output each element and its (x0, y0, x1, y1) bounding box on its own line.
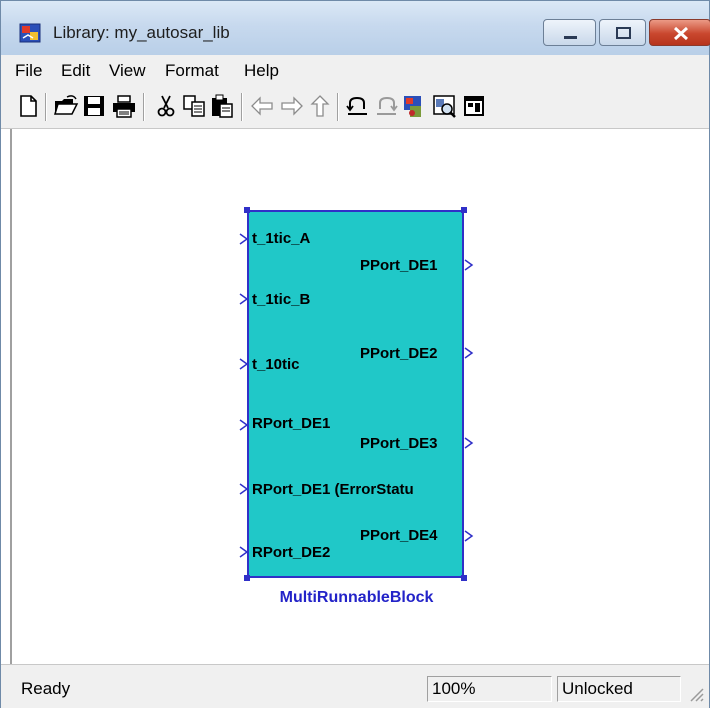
input-port-arrow[interactable] (239, 293, 249, 305)
menu-format[interactable]: Format (165, 61, 219, 81)
output-port-label: PPort_DE1 (360, 257, 438, 274)
input-port-arrow[interactable] (239, 233, 249, 245)
output-port-label: PPort_DE4 (360, 527, 438, 544)
input-port-label: t_10tic (252, 356, 300, 373)
redo-icon[interactable] (373, 93, 399, 119)
minimize-button[interactable] (543, 19, 596, 46)
input-port-label: t_1tic_B (252, 291, 311, 308)
output-port-label: PPort_DE2 (360, 345, 438, 362)
toolbar-separator (143, 93, 145, 121)
copy-icon[interactable] (181, 93, 207, 119)
library-window: Library: my_autosar_lib File Edit View F… (0, 0, 710, 708)
menu-file[interactable]: File (15, 61, 42, 81)
toolbar-separator (241, 93, 243, 121)
toolbar-separator (45, 93, 47, 121)
cut-icon[interactable] (153, 93, 179, 119)
minimize-icon (564, 36, 577, 39)
debugger-icon[interactable] (461, 93, 487, 119)
maximize-button[interactable] (599, 19, 646, 46)
open-folder-icon[interactable] (53, 93, 79, 119)
save-icon[interactable] (81, 93, 107, 119)
status-text: Ready (21, 679, 71, 698)
close-button[interactable] (649, 19, 710, 46)
input-port-label: RPort_DE1 (252, 415, 331, 432)
paste-icon[interactable] (209, 93, 235, 119)
zoom-level: 100% (427, 676, 552, 702)
selection-handle[interactable] (461, 575, 467, 581)
selection-handle[interactable] (244, 575, 250, 581)
output-port-arrow[interactable] (464, 437, 474, 449)
input-port-label: t_1tic_A (252, 230, 311, 247)
block-name[interactable]: MultiRunnableBlock (254, 589, 459, 607)
selection-handle[interactable] (244, 207, 250, 213)
maximize-icon (616, 27, 631, 39)
window-title: Library: my_autosar_lib (53, 23, 230, 42)
lock-status: Unlocked (557, 676, 681, 702)
resize-grip-icon[interactable] (683, 681, 705, 703)
output-port-arrow[interactable] (464, 347, 474, 359)
input-port-label: RPort_DE2 (252, 544, 331, 561)
input-port-arrow[interactable] (239, 546, 249, 558)
title-bar[interactable]: Library: my_autosar_lib (1, 1, 710, 55)
input-port-label: RPort_DE1 (ErrorStatu (252, 481, 414, 498)
input-port-arrow[interactable] (239, 419, 249, 431)
close-icon (673, 26, 689, 41)
back-arrow-icon[interactable] (249, 93, 275, 119)
menu-help[interactable]: Help (244, 61, 279, 81)
up-arrow-icon[interactable] (307, 93, 333, 119)
output-port-arrow[interactable] (464, 259, 474, 271)
model-explorer-icon[interactable] (431, 93, 457, 119)
forward-arrow-icon[interactable] (279, 93, 305, 119)
undo-icon[interactable] (345, 93, 371, 119)
input-port-arrow[interactable] (239, 358, 249, 370)
new-file-icon[interactable] (15, 93, 41, 119)
library-browser-icon[interactable] (401, 93, 427, 119)
output-port-arrow[interactable] (464, 530, 474, 542)
menu-view[interactable]: View (109, 61, 146, 81)
output-port-label: PPort_DE3 (360, 435, 438, 452)
toolbar-separator (337, 93, 339, 121)
menu-bar (1, 55, 709, 85)
input-port-arrow[interactable] (239, 483, 249, 495)
simulink-model-icon (19, 23, 41, 43)
print-icon[interactable] (111, 93, 137, 119)
selection-handle[interactable] (461, 207, 467, 213)
menu-edit[interactable]: Edit (61, 61, 90, 81)
